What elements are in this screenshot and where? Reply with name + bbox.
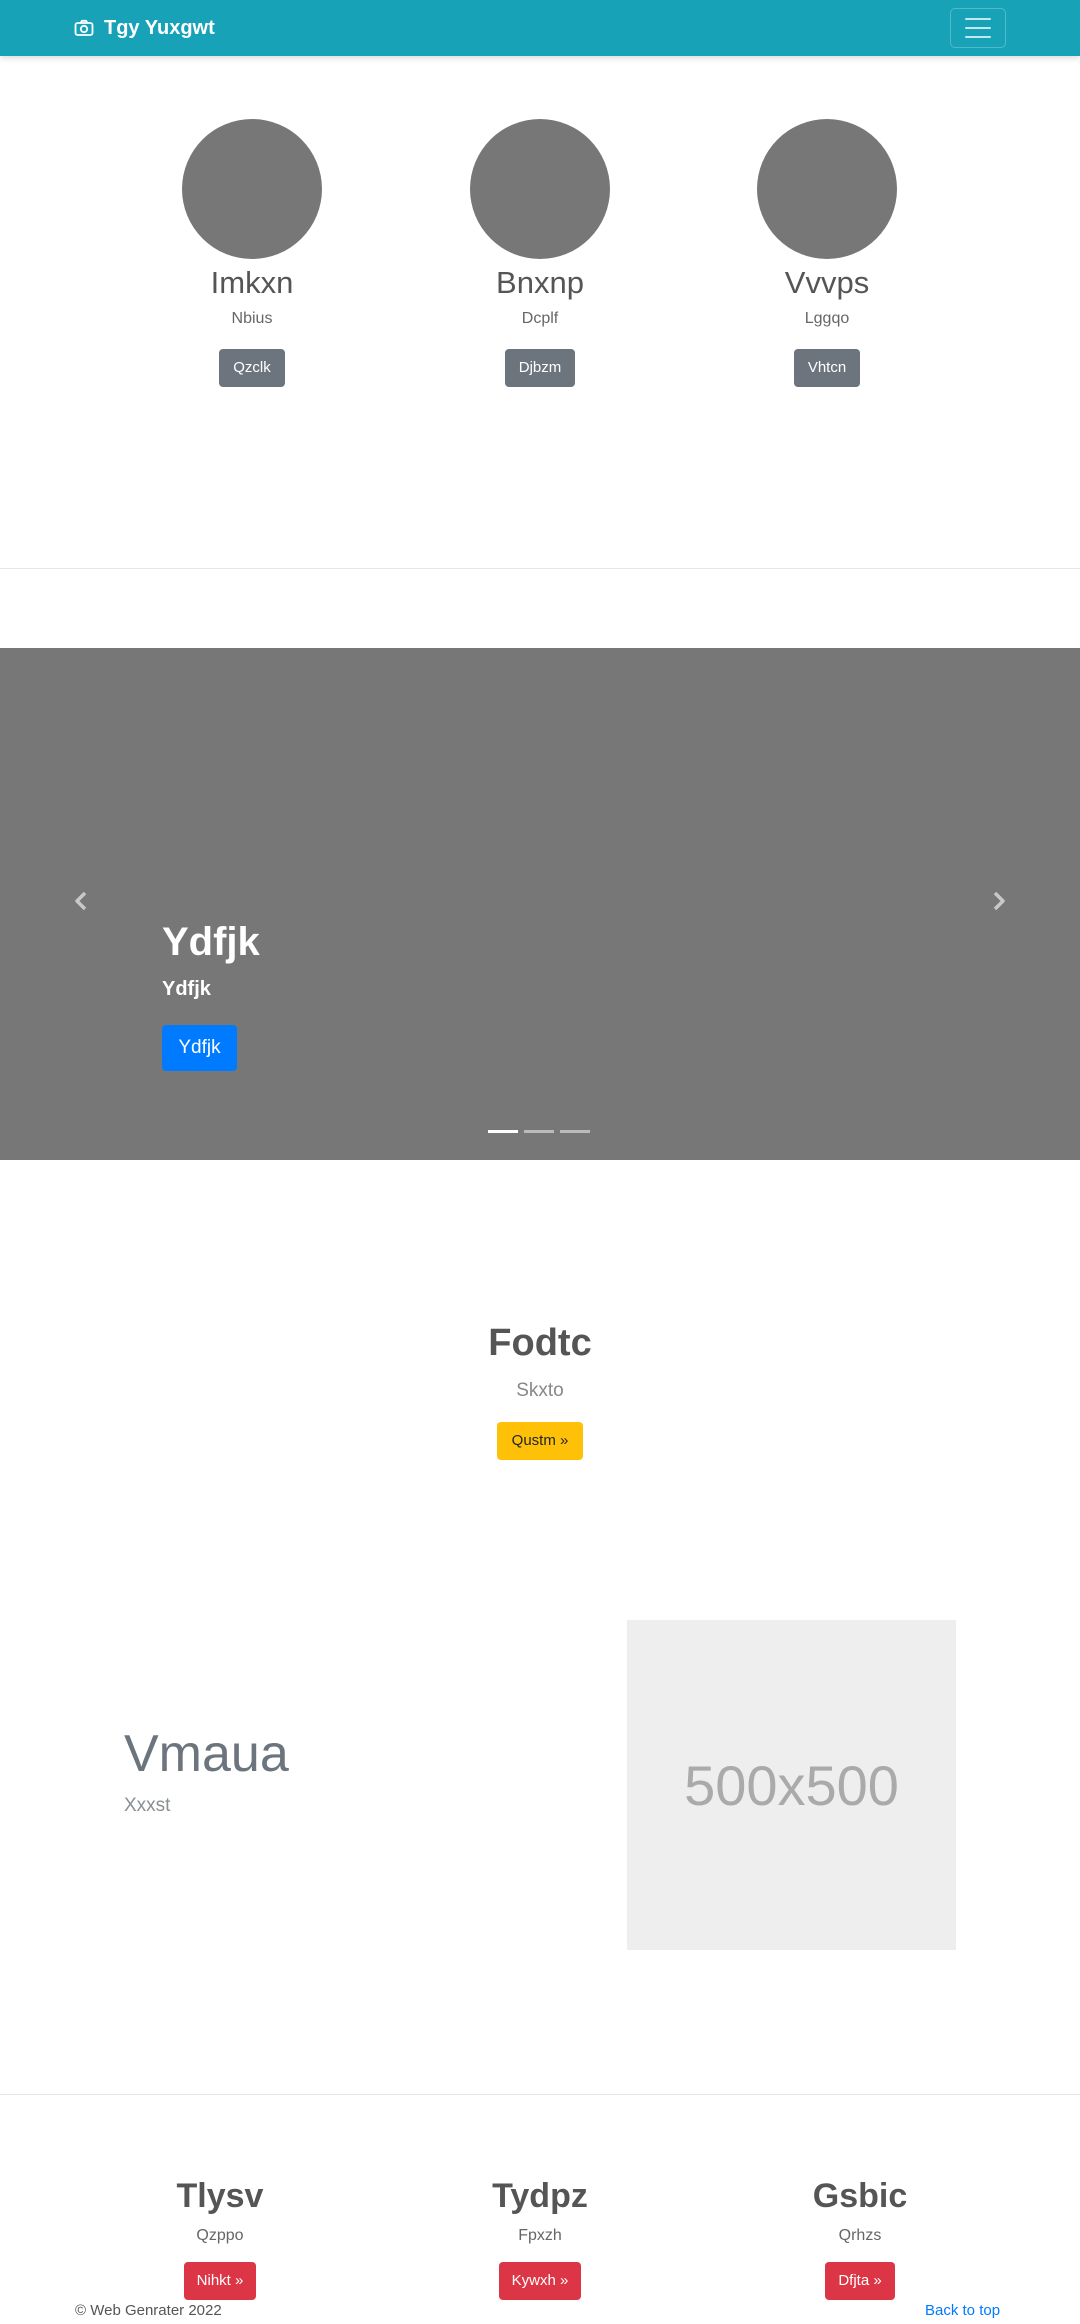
feature-column: Gsbic Qrhzs Dfjta »: [710, 2174, 1010, 2300]
camera-icon: [74, 19, 94, 36]
feature-subtitle: Skxto: [516, 1380, 564, 1401]
column-subtitle: Fpxzh: [518, 2227, 562, 2244]
carousel-next-button[interactable]: [984, 886, 1014, 916]
chevron-left-icon: [75, 891, 87, 911]
team-member-name: Imkxn: [210, 265, 294, 300]
column-subtitle: Qzppo: [196, 2227, 244, 2244]
carousel-indicator[interactable]: [488, 1130, 518, 1133]
team-member-button[interactable]: Vhtcn: [793, 349, 861, 387]
carousel-subtitle: Ydfjk: [162, 978, 211, 1000]
carousel-indicator[interactable]: [524, 1130, 554, 1133]
team-member-card: Vvvps Lggqo Vhtcn: [697, 119, 957, 387]
avatar: [182, 119, 322, 259]
column-title: Tydpz: [492, 2177, 588, 2215]
team-member-name: Bnxnp: [496, 265, 584, 300]
split-subtitle: Xxxst: [124, 1795, 171, 1816]
team-member-card: Imkxn Nbius Qzclk: [122, 119, 382, 387]
feature-column: Tydpz Fpxzh Kywxh »: [390, 2174, 690, 2300]
team-member-subtitle: Nbius: [231, 310, 273, 327]
team-member-button[interactable]: Djbzm: [504, 349, 576, 387]
navbar-brand[interactable]: Tgy Yuxgwt: [74, 14, 215, 42]
column-button[interactable]: Kywxh »: [498, 2262, 582, 2300]
carousel-indicator[interactable]: [560, 1130, 590, 1133]
feature-title: Fodtc: [488, 1322, 592, 1364]
carousel: Ydfjk Ydfjk Ydfjk: [0, 648, 1080, 1160]
column-title: Gsbic: [812, 2177, 908, 2215]
carousel-prev-button[interactable]: [66, 886, 96, 916]
carousel-cta-button[interactable]: Ydfjk: [162, 1025, 237, 1071]
carousel-indicators: [488, 1130, 590, 1133]
column-button[interactable]: Dfjta »: [825, 2262, 895, 2300]
hamburger-menu-icon: [965, 27, 991, 29]
column-button[interactable]: Nihkt »: [183, 2262, 257, 2300]
navbar-toggler-button[interactable]: [950, 8, 1006, 48]
section-divider: [0, 2094, 1080, 2095]
carousel-title: Ydfjk: [162, 920, 260, 964]
back-to-top-link[interactable]: Back to top: [925, 2302, 1000, 2319]
split-title: Vmaua: [124, 1725, 289, 1783]
section-divider: [0, 568, 1080, 569]
navbar: Tgy Yuxgwt: [0, 0, 1080, 56]
brand-label: Tgy Yuxgwt: [104, 16, 215, 39]
team-member-subtitle: Lggqo: [804, 310, 850, 327]
feature-button[interactable]: Qustm »: [497, 1422, 583, 1460]
column-title: Tlysv: [176, 2177, 264, 2215]
column-subtitle: Qrhzs: [838, 2227, 882, 2244]
placeholder-image: 500x500: [627, 1620, 956, 1950]
footer-copyright: © Web Genrater 2022: [75, 2302, 222, 2319]
feature-column: Tlysv Qzppo Nihkt »: [70, 2174, 370, 2300]
hamburger-menu-icon: [965, 36, 991, 38]
team-member-name: Vvvps: [784, 265, 870, 300]
hamburger-menu-icon: [965, 18, 991, 20]
team-member-card: Bnxnp Dcplf Djbzm: [410, 119, 670, 387]
avatar: [757, 119, 897, 259]
team-member-subtitle: Dcplf: [521, 310, 559, 327]
chevron-right-icon: [993, 891, 1005, 911]
team-member-button[interactable]: Qzclk: [219, 349, 285, 387]
placeholder-image-label: 500x500: [684, 1753, 899, 1817]
avatar: [470, 119, 610, 259]
